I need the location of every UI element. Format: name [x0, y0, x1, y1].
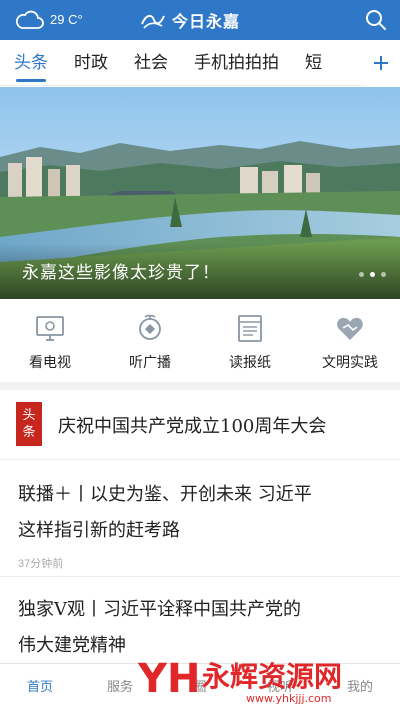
tab-headlines[interactable]: 头条 — [14, 40, 48, 86]
quick-entry-radio[interactable]: 听广播 — [100, 300, 200, 382]
newspaper-icon — [238, 315, 262, 342]
nav-home[interactable]: 首页 — [0, 664, 80, 711]
tab-phone-photos[interactable]: 手机拍拍拍 — [194, 40, 279, 86]
banner-caption-overlay: 永嘉这些影像太珍贵了！ — [0, 243, 400, 299]
quick-entry-tv[interactable]: 看电视 — [0, 300, 100, 382]
carousel-indicators — [359, 272, 386, 277]
category-tabs: 头条 时政 社会 手机拍拍拍 短 — [0, 40, 400, 86]
watermark-brand: 永辉资源网 — [202, 660, 342, 693]
carousel-dot-active[interactable] — [370, 272, 375, 277]
headline-title: 庆祝中国共产党成立100周年大会 — [58, 416, 327, 437]
watermark-url: www.yhkjjj.com — [246, 692, 332, 705]
handshake-icon — [337, 317, 363, 340]
logo-icon — [141, 14, 165, 29]
weather-widget[interactable]: 29 C° — [14, 8, 83, 30]
news-item[interactable]: 联播＋丨以史为鉴、开创未来 习近平 这样指引新的赶考路 37分钟前 — [0, 461, 400, 577]
quick-entry-label: 听广播 — [129, 355, 171, 371]
banner-carousel[interactable]: 永嘉这些影像太珍贵了！ — [0, 87, 400, 299]
quick-entry-label: 读报纸 — [229, 355, 271, 371]
quick-entry-civilization[interactable]: 文明实践 — [300, 300, 400, 382]
plus-icon — [374, 56, 388, 70]
carousel-dot[interactable] — [381, 272, 386, 277]
weather-temperature: 29 C° — [50, 11, 83, 27]
news-time: 37分钟前 — [18, 558, 64, 570]
quick-entry-label: 看电视 — [29, 355, 71, 371]
quick-entry-newspaper[interactable]: 读报纸 — [200, 300, 300, 382]
carousel-dot[interactable] — [359, 272, 364, 277]
add-channel-button[interactable] — [362, 40, 400, 86]
tv-icon — [36, 316, 64, 341]
svg-text:YH: YH — [137, 656, 200, 702]
quick-entry-label: 文明实践 — [322, 355, 378, 371]
app-title-text: 今日永嘉 — [172, 12, 241, 31]
app-title: 今日永嘉 — [140, 8, 240, 32]
headline-item[interactable]: 头 条 庆祝中国共产党成立100周年大会 — [0, 390, 400, 460]
watermark-logo: YH 永辉资源网 www.yhkjjj.com — [137, 656, 342, 705]
app-header: 29 C° 今日永嘉 — [0, 0, 400, 40]
search-icon[interactable] — [364, 8, 388, 32]
tab-society[interactable]: 社会 — [134, 40, 168, 86]
tab-short[interactable]: 短 — [305, 40, 322, 86]
news-title: 联播＋丨以史为鉴、开创未来 习近平 这样指引新的赶考路 — [18, 484, 312, 541]
banner-caption: 永嘉这些影像太珍贵了！ — [22, 263, 220, 283]
headline-badge: 头 条 — [16, 402, 42, 446]
tab-politics[interactable]: 时政 — [74, 40, 108, 86]
section-divider — [0, 382, 400, 390]
radio-icon — [139, 314, 161, 340]
quick-entries: 看电视 听广播 读报纸 文明实践 — [0, 300, 400, 382]
cloud-icon — [15, 10, 44, 29]
